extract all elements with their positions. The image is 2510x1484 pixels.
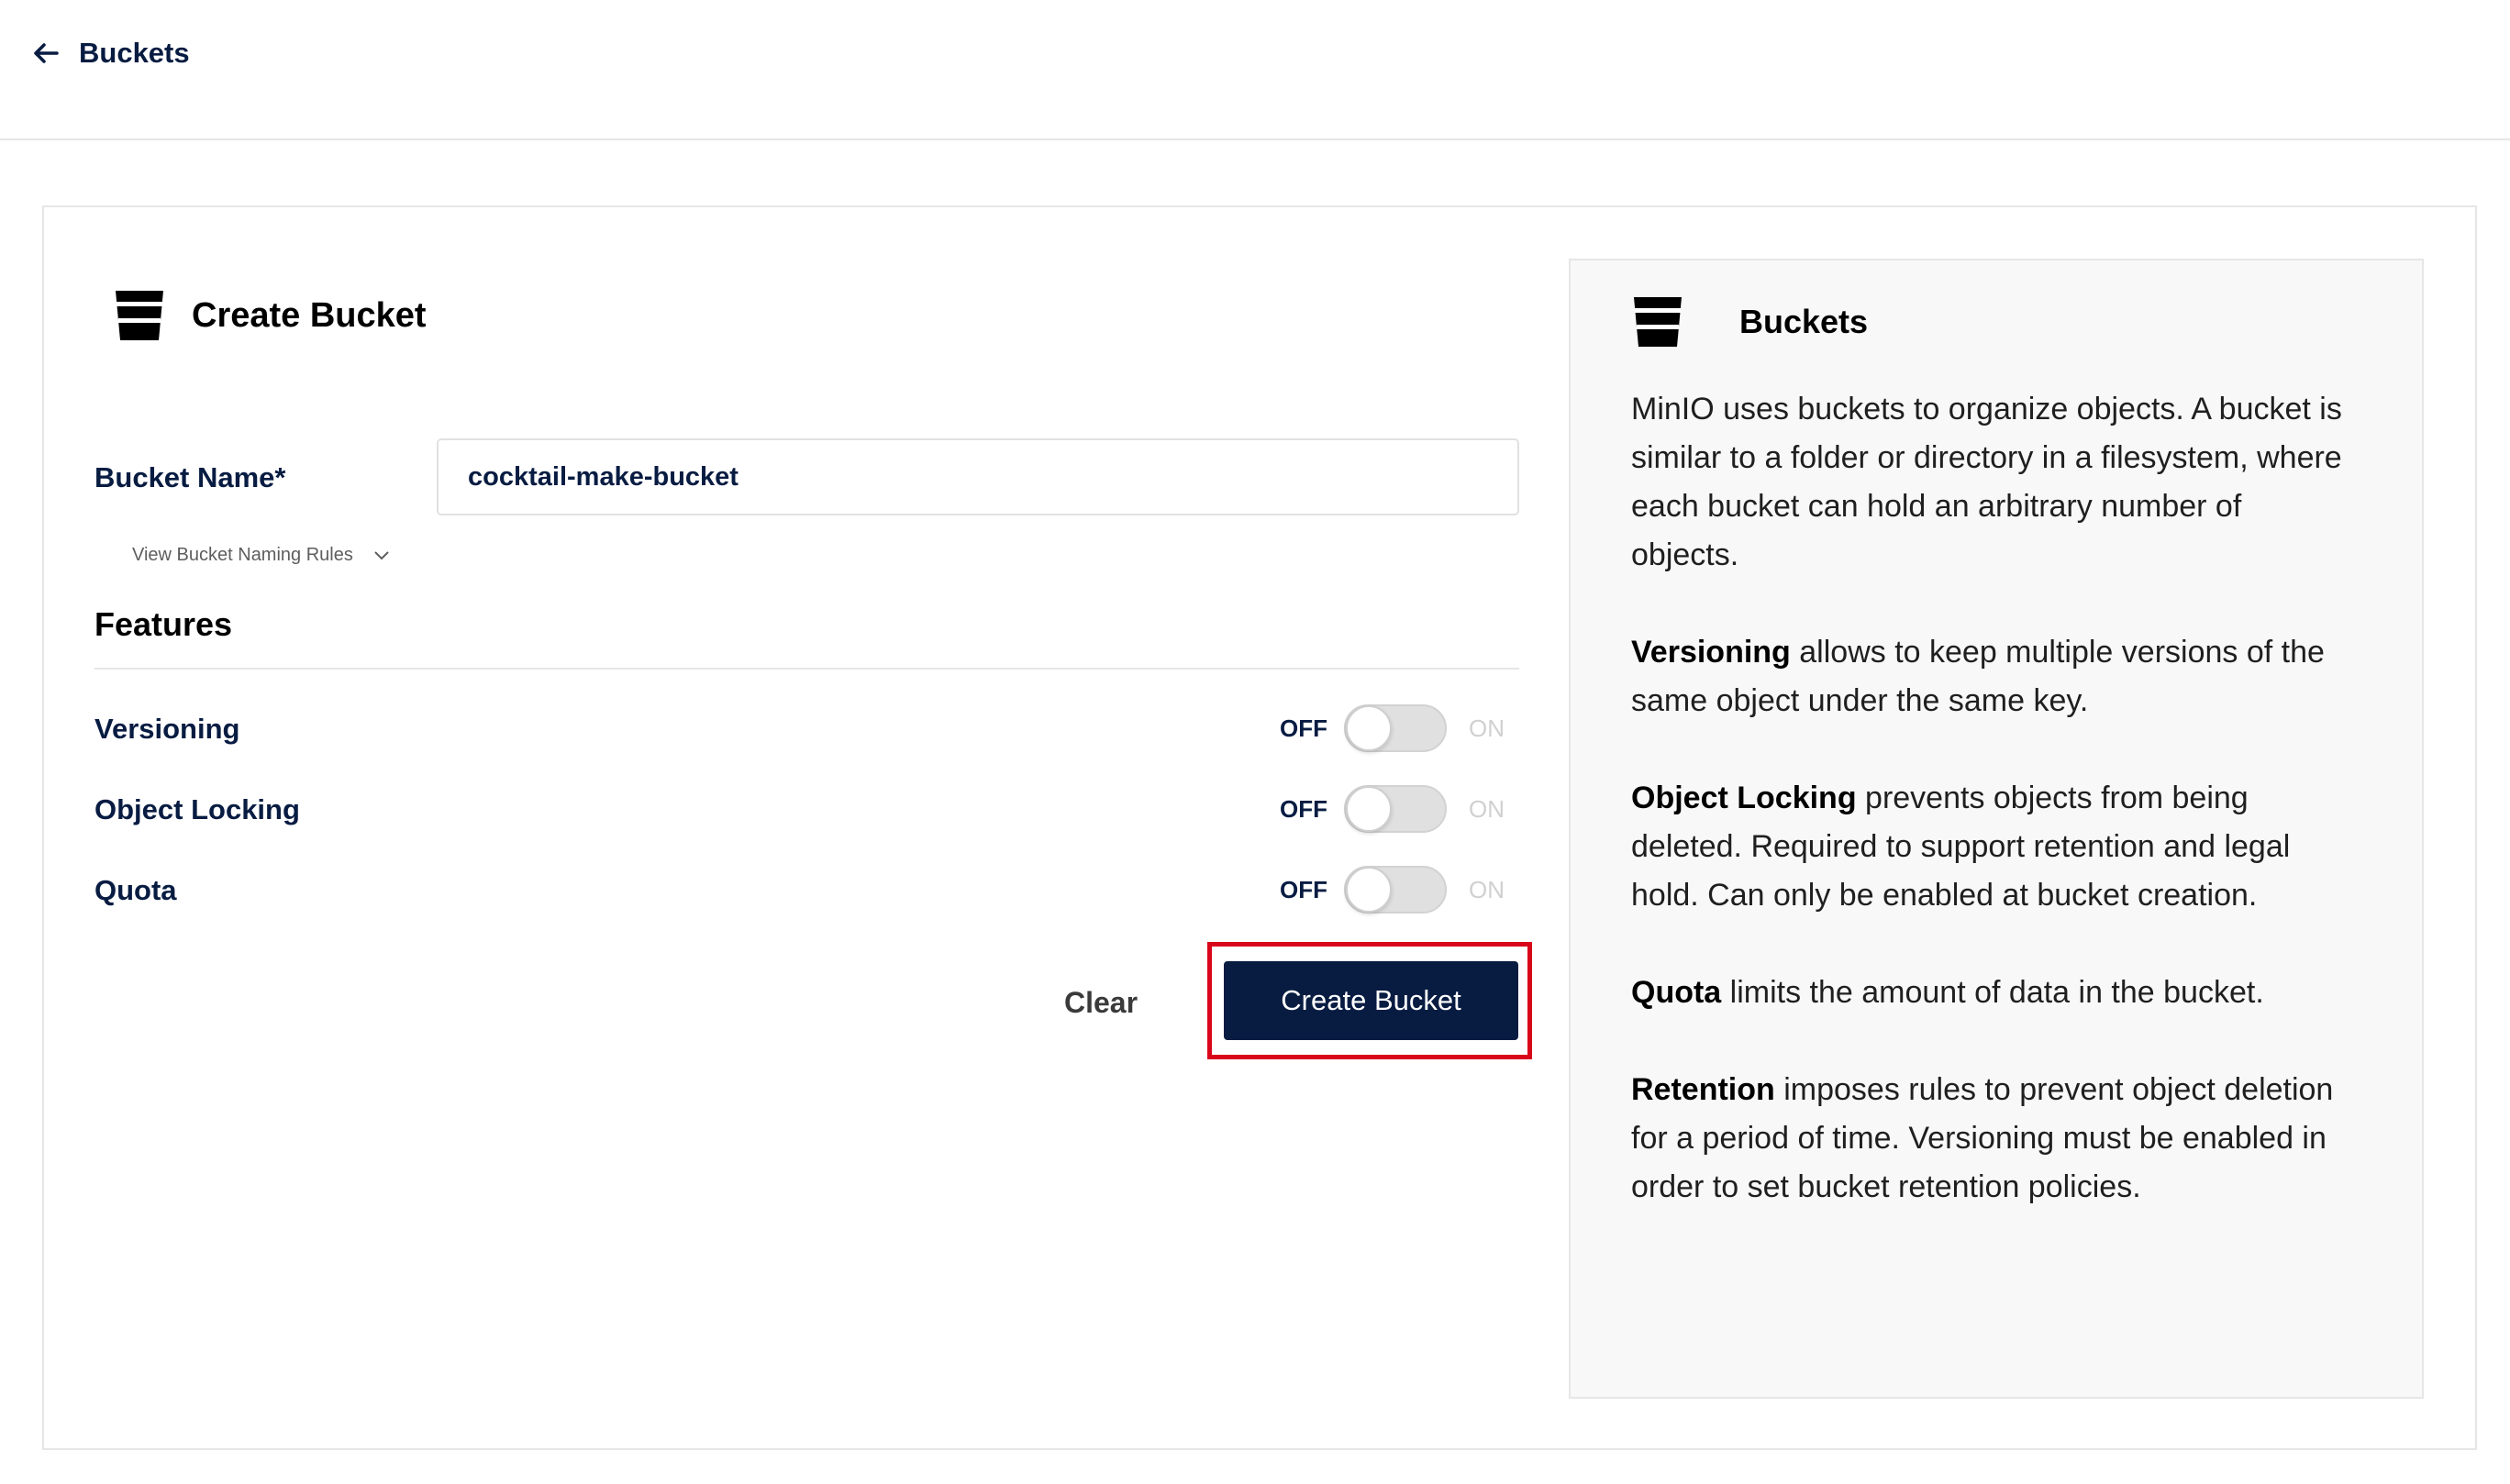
view-naming-rules-toggle[interactable]: View Bucket Naming Rules: [132, 545, 390, 566]
help-text: limits the amount of data in the bucket.: [1721, 975, 2264, 1010]
clear-button[interactable]: Clear: [1027, 970, 1174, 1035]
quota-off-label: OFF: [1280, 875, 1327, 903]
help-section: Retention imposes rules to prevent objec…: [1631, 1066, 2347, 1212]
help-intro: MinIO uses buckets to organize objects. …: [1631, 392, 2342, 572]
versioning-toggle[interactable]: [1344, 704, 1447, 752]
bucket-name-input[interactable]: [437, 438, 1519, 515]
form-title: Create Bucket: [192, 295, 427, 335]
object-locking-off-label: OFF: [1280, 794, 1327, 823]
help-term: Versioning: [1631, 635, 1791, 670]
form-header: Create Bucket: [113, 289, 427, 342]
help-section: Versioning allows to keep multiple versi…: [1631, 628, 2347, 725]
help-section: Quota limits the amount of data in the b…: [1631, 969, 2347, 1017]
versioning-on-label: ON: [1469, 714, 1505, 742]
bucket-icon: [1634, 297, 1682, 347]
toggle-knob: [1346, 867, 1392, 913]
versioning-switch-row: OFF ON: [1280, 704, 1505, 752]
toggle-knob: [1346, 786, 1392, 832]
help-term: Retention: [1631, 1072, 1775, 1107]
help-title: Buckets: [1739, 303, 1869, 340]
help-term: Object Locking: [1631, 781, 1857, 815]
help-header: Buckets: [1631, 295, 1868, 349]
features-divider: [94, 668, 1519, 670]
naming-rules-label: View Bucket Naming Rules: [132, 545, 353, 565]
help-body: MinIO uses buckets to organize objects. …: [1631, 385, 2347, 1260]
quota-toggle[interactable]: [1344, 866, 1447, 914]
quota-label: Quota: [94, 874, 177, 906]
quota-switch-row: OFF ON: [1280, 866, 1505, 914]
top-bar: Buckets: [0, 0, 2510, 140]
quota-on-label: ON: [1469, 875, 1505, 903]
object-locking-on-label: ON: [1469, 794, 1505, 823]
versioning-label: Versioning: [94, 713, 240, 745]
toggle-knob: [1346, 705, 1392, 751]
help-section: Object Locking prevents objects from bei…: [1631, 774, 2347, 920]
create-bucket-button[interactable]: Create Bucket: [1224, 961, 1518, 1040]
back-label: Buckets: [79, 37, 190, 69]
object-locking-label: Object Locking: [94, 793, 300, 825]
object-locking-toggle[interactable]: [1344, 785, 1447, 833]
bucket-icon: [116, 291, 163, 340]
back-to-buckets-link[interactable]: Buckets: [33, 37, 190, 70]
features-title: Features: [94, 605, 233, 643]
help-term: Quota: [1631, 975, 1722, 1010]
versioning-off-label: OFF: [1280, 714, 1327, 742]
object-locking-switch-row: OFF ON: [1280, 785, 1505, 833]
chevron-down-icon: [374, 550, 389, 559]
bucket-name-label: Bucket Name*: [94, 461, 286, 493]
arrow-left-icon: [34, 43, 59, 63]
